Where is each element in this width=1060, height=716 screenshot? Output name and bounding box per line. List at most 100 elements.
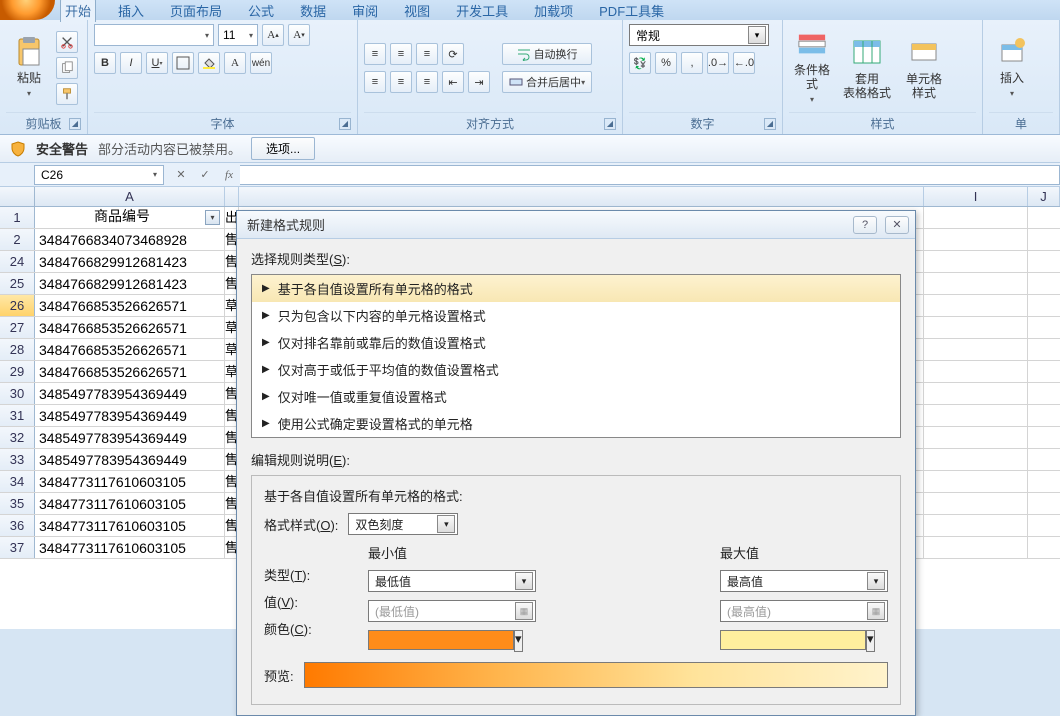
filter-button[interactable]: ▾ — [205, 210, 220, 225]
row-header[interactable]: 35 — [0, 493, 35, 514]
border-button[interactable] — [172, 52, 194, 74]
formula-input[interactable] — [240, 165, 1060, 185]
cell[interactable] — [1028, 273, 1060, 294]
merge-center-button[interactable]: 合并后居中▾ — [502, 71, 592, 93]
row-header[interactable]: 26 — [0, 295, 35, 316]
cell[interactable]: 3484773117610603105 — [35, 493, 225, 514]
cell[interactable]: 3484766853526626571 — [35, 317, 225, 338]
cell[interactable]: 3484766829912681423 — [35, 273, 225, 294]
cell[interactable] — [1028, 471, 1060, 492]
orientation-button[interactable]: ⟳ — [442, 43, 464, 65]
phonetic-button[interactable]: wén — [250, 52, 272, 74]
min-value-input[interactable]: (最低值)▦ — [368, 600, 536, 622]
tab-formulas[interactable]: 公式 — [244, 0, 278, 22]
cell[interactable] — [924, 229, 1028, 250]
rule-type-item[interactable]: ▶仅对排名靠前或靠后的数值设置格式 — [252, 329, 900, 356]
number-launcher[interactable]: ◢ — [764, 118, 776, 130]
cell[interactable] — [924, 361, 1028, 382]
indent-dec-button[interactable]: ⇤ — [442, 71, 464, 93]
cell[interactable]: 3484766834073468928 — [35, 229, 225, 250]
cell[interactable] — [924, 339, 1028, 360]
italic-button[interactable]: I — [120, 52, 142, 74]
enter-formula-button[interactable]: ✓ — [194, 165, 216, 185]
fill-color-button[interactable] — [198, 52, 220, 74]
shrink-font-button[interactable]: A▾ — [288, 24, 310, 46]
cell[interactable] — [924, 449, 1028, 470]
dialog-close-button[interactable]: ✕ — [885, 216, 909, 234]
cell-styles-button[interactable]: 单元格 样式 — [899, 28, 949, 108]
select-all-corner[interactable] — [0, 187, 35, 206]
row-header[interactable]: 37 — [0, 537, 35, 558]
tab-insert[interactable]: 插入 — [114, 0, 148, 22]
cell[interactable] — [1028, 207, 1060, 228]
format-style-combo[interactable]: 双色刻度▾ — [348, 513, 458, 535]
cell[interactable] — [1028, 449, 1060, 470]
rule-type-item[interactable]: ▶只为包含以下内容的单元格设置格式 — [252, 302, 900, 329]
font-size-combo[interactable]: 11▾ — [218, 24, 258, 46]
cell[interactable] — [924, 383, 1028, 404]
align-center-button[interactable]: ≡ — [390, 71, 412, 93]
cell[interactable] — [1028, 537, 1060, 558]
font-launcher[interactable]: ◢ — [339, 118, 351, 130]
tab-home[interactable]: 开始 — [60, 0, 96, 22]
col-header-A[interactable]: A — [35, 187, 225, 206]
paste-button[interactable]: 粘贴▾ — [6, 28, 52, 108]
align-middle-button[interactable]: ≡ — [390, 43, 412, 65]
dialog-help-button[interactable]: ? — [853, 216, 877, 234]
cell[interactable] — [924, 295, 1028, 316]
security-options-button[interactable]: 选项... — [251, 137, 315, 160]
cell[interactable] — [924, 405, 1028, 426]
tab-developer[interactable]: 开发工具 — [452, 0, 512, 22]
name-box[interactable]: C26▾ — [34, 165, 164, 185]
cell[interactable]: 3484766853526626571 — [35, 361, 225, 382]
col-header-I[interactable]: I — [924, 187, 1028, 206]
cell[interactable]: 3485497783954369449 — [35, 383, 225, 404]
align-right-button[interactable]: ≡ — [416, 71, 438, 93]
tab-pdf[interactable]: PDF工具集 — [595, 0, 668, 22]
tab-addins[interactable]: 加载项 — [530, 0, 577, 22]
rule-type-item[interactable]: ▶仅对高于或低于平均值的数值设置格式 — [252, 356, 900, 383]
row-header[interactable]: 36 — [0, 515, 35, 536]
comma-button[interactable]: , — [681, 52, 703, 74]
format-as-table-button[interactable]: 套用 表格格式 — [839, 28, 895, 108]
cell[interactable] — [924, 251, 1028, 272]
bold-button[interactable]: B — [94, 52, 116, 74]
cell[interactable] — [1028, 251, 1060, 272]
cell[interactable]: 3484773117610603105 — [35, 471, 225, 492]
cell[interactable]: 3485497783954369449 — [35, 405, 225, 426]
row-header[interactable]: 28 — [0, 339, 35, 360]
cell[interactable] — [924, 515, 1028, 536]
row-header[interactable]: 34 — [0, 471, 35, 492]
max-color-combo[interactable] — [720, 630, 866, 650]
row-header[interactable]: 31 — [0, 405, 35, 426]
cell[interactable] — [924, 493, 1028, 514]
align-top-button[interactable]: ≡ — [364, 43, 386, 65]
cut-button[interactable] — [56, 31, 78, 53]
tab-data[interactable]: 数据 — [296, 0, 330, 22]
min-type-combo[interactable]: 最低值▾ — [368, 570, 536, 592]
cell[interactable]: 3484766829912681423 — [35, 251, 225, 272]
cell[interactable]: 商品编号▾ — [35, 207, 225, 228]
row-header[interactable]: 33 — [0, 449, 35, 470]
range-picker-icon[interactable]: ▦ — [515, 602, 533, 620]
cell[interactable]: 3485497783954369449 — [35, 449, 225, 470]
cell[interactable]: 3484766853526626571 — [35, 295, 225, 316]
rule-type-item[interactable]: ▶使用公式确定要设置格式的单元格 — [252, 410, 900, 437]
indent-inc-button[interactable]: ⇥ — [468, 71, 490, 93]
tab-review[interactable]: 审阅 — [348, 0, 382, 22]
copy-button[interactable] — [56, 57, 78, 79]
tab-view[interactable]: 视图 — [400, 0, 434, 22]
insert-cells-button[interactable]: 插入▾ — [989, 28, 1035, 108]
grow-font-button[interactable]: A▴ — [262, 24, 284, 46]
accounting-button[interactable]: 💱 — [629, 52, 651, 74]
wrap-text-button[interactable]: 自动换行 — [502, 43, 592, 65]
cell[interactable] — [924, 537, 1028, 558]
rule-type-item[interactable]: ▶仅对唯一值或重复值设置格式 — [252, 383, 900, 410]
cell[interactable]: 3484773117610603105 — [35, 537, 225, 558]
cell[interactable] — [924, 273, 1028, 294]
row-header[interactable]: 32 — [0, 427, 35, 448]
align-launcher[interactable]: ◢ — [604, 118, 616, 130]
cell[interactable] — [1028, 405, 1060, 426]
cancel-formula-button[interactable]: ✕ — [170, 165, 192, 185]
cell[interactable] — [1028, 317, 1060, 338]
